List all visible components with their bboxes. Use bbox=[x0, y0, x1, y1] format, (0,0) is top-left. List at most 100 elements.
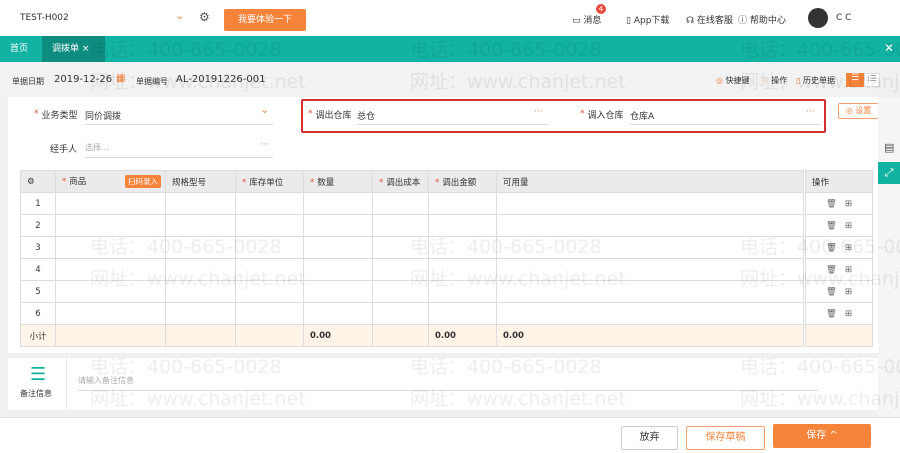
save-draft-button[interactable]: 保存草稿 bbox=[686, 426, 765, 450]
table-cell[interactable] bbox=[496, 214, 804, 237]
insert-row-icon[interactable]: ⊞ bbox=[845, 199, 852, 209]
in-wh-label: * 调入仓库 bbox=[580, 109, 624, 121]
table-cell[interactable] bbox=[428, 192, 497, 215]
gear-icon[interactable]: ⚙ bbox=[199, 10, 210, 24]
table-row: 1 🗑 ⊞ bbox=[20, 192, 873, 215]
table-cell[interactable] bbox=[372, 258, 429, 281]
delete-row-icon[interactable]: 🗑 bbox=[826, 287, 837, 297]
table-cell[interactable] bbox=[372, 214, 429, 237]
calendar-icon[interactable]: ▦ bbox=[116, 73, 125, 84]
date-field[interactable]: 2019-12-26 bbox=[54, 74, 112, 85]
in-warehouse-more-icon[interactable]: ··· bbox=[806, 107, 815, 117]
table-cell[interactable] bbox=[235, 280, 304, 303]
table-cell[interactable] bbox=[303, 302, 373, 325]
table-cell[interactable] bbox=[496, 280, 804, 303]
table-cell[interactable] bbox=[303, 214, 373, 237]
table-cell[interactable] bbox=[235, 192, 304, 215]
table-cell[interactable] bbox=[372, 280, 429, 303]
table-row: 3 🗑 ⊞ bbox=[20, 236, 873, 259]
handler-input[interactable]: 选择... bbox=[85, 142, 109, 153]
table-cell[interactable] bbox=[496, 236, 804, 259]
table-cell[interactable] bbox=[496, 302, 804, 325]
shortcuts-button[interactable]: ◎ 快捷键 bbox=[716, 75, 750, 86]
insert-row-icon[interactable]: ⊞ bbox=[845, 287, 852, 297]
table-cell[interactable] bbox=[303, 280, 373, 303]
table-cell[interactable] bbox=[428, 280, 497, 303]
avatar[interactable] bbox=[808, 8, 828, 28]
table-cell[interactable] bbox=[55, 280, 166, 303]
remark-input[interactable]: 请输入备注信息 bbox=[78, 375, 134, 386]
grid-view-icon[interactable]: ⁞☰ bbox=[864, 73, 880, 87]
history-button[interactable]: ▯ 历史单据 bbox=[796, 75, 835, 86]
table-cell[interactable] bbox=[165, 236, 236, 259]
table-cell[interactable] bbox=[372, 302, 429, 325]
insert-row-icon[interactable]: ⊞ bbox=[845, 221, 852, 231]
remark-label: 备注信息 bbox=[20, 389, 52, 398]
table-cell[interactable] bbox=[165, 192, 236, 215]
handler-more-icon[interactable]: ··· bbox=[260, 140, 269, 150]
delete-row-icon[interactable]: 🗑 bbox=[826, 243, 837, 253]
table-cell[interactable] bbox=[303, 236, 373, 259]
delete-row-icon[interactable]: 🗑 bbox=[826, 221, 837, 231]
tab-home[interactable]: 首页 bbox=[0, 36, 42, 62]
table-cell[interactable] bbox=[235, 302, 304, 325]
insert-row-icon[interactable]: ⊞ bbox=[845, 265, 852, 275]
notes-icon[interactable]: ▤ bbox=[884, 141, 894, 154]
table-cell[interactable] bbox=[55, 258, 166, 281]
user-name[interactable]: C C bbox=[836, 13, 851, 23]
delete-row-icon[interactable]: 🗑 bbox=[826, 265, 837, 275]
table-cell[interactable] bbox=[165, 258, 236, 281]
row-number: 4 bbox=[20, 258, 56, 281]
chevron-down-icon[interactable]: ⌄ bbox=[260, 103, 269, 116]
app-download-link[interactable]: ▯ App下载 bbox=[626, 13, 669, 26]
table-cell[interactable] bbox=[55, 302, 166, 325]
table-cell[interactable] bbox=[428, 214, 497, 237]
subtotal-available: 0.00 bbox=[496, 324, 804, 347]
table-cell[interactable] bbox=[165, 214, 236, 237]
trial-button[interactable]: 我要体验一下 bbox=[224, 9, 306, 31]
discard-button[interactable]: 放弃 bbox=[621, 426, 678, 450]
table-cell[interactable] bbox=[55, 236, 166, 259]
table-cell[interactable] bbox=[303, 258, 373, 281]
delete-row-icon[interactable]: 🗑 bbox=[826, 199, 837, 209]
insert-row-icon[interactable]: ⊞ bbox=[845, 309, 852, 319]
table-cell[interactable] bbox=[235, 236, 304, 259]
table-cell[interactable] bbox=[428, 302, 497, 325]
delete-row-icon[interactable]: 🗑 bbox=[826, 309, 837, 319]
insert-row-icon[interactable]: ⊞ bbox=[845, 243, 852, 253]
settings-button[interactable]: ◎ 设置 bbox=[838, 103, 879, 119]
table-cell[interactable] bbox=[428, 258, 497, 281]
table-cell[interactable] bbox=[428, 236, 497, 259]
list-view-icon[interactable]: ☰ bbox=[846, 73, 864, 87]
col-qty: * 数量 bbox=[303, 170, 373, 193]
table-cell[interactable] bbox=[496, 258, 804, 281]
close-icon[interactable]: × bbox=[82, 44, 90, 54]
messages-link[interactable]: ▭ 消息 bbox=[572, 13, 601, 26]
table-cell[interactable] bbox=[55, 214, 166, 237]
table-cell[interactable] bbox=[372, 192, 429, 215]
table-cell[interactable] bbox=[372, 236, 429, 259]
column-settings-icon[interactable]: ⚙ bbox=[20, 170, 56, 193]
fullscreen-icon[interactable]: ⤢ bbox=[878, 162, 900, 184]
table-cell[interactable] bbox=[55, 192, 166, 215]
table-cell[interactable] bbox=[496, 192, 804, 215]
subtotal-qty: 0.00 bbox=[303, 324, 373, 347]
chevron-down-icon[interactable]: ⌄ bbox=[175, 9, 184, 22]
operations-button[interactable]: ⁘ 操作 bbox=[762, 75, 787, 86]
out-warehouse-field[interactable]: 总仓 bbox=[357, 109, 375, 122]
scan-entry-button[interactable]: 扫码录入 bbox=[125, 175, 161, 188]
in-warehouse-field[interactable]: 仓库A bbox=[630, 109, 654, 122]
table-cell[interactable] bbox=[235, 214, 304, 237]
table-cell[interactable] bbox=[165, 302, 236, 325]
biz-type-label: * 业务类型 bbox=[34, 109, 78, 121]
out-warehouse-more-icon[interactable]: ··· bbox=[534, 107, 543, 117]
biz-type-select[interactable]: 同价调拨 bbox=[85, 109, 121, 122]
save-button[interactable]: 保存 ^ bbox=[773, 424, 871, 448]
table-cell[interactable] bbox=[165, 280, 236, 303]
tab-transfer-order[interactable]: 调拨单 × bbox=[42, 36, 105, 62]
table-cell[interactable] bbox=[235, 258, 304, 281]
close-all-icon[interactable]: ✕ bbox=[884, 41, 894, 55]
help-center-link[interactable]: ⓘ 帮助中心 bbox=[738, 13, 786, 26]
online-service-link[interactable]: ☊ 在线客服 bbox=[686, 13, 733, 26]
table-cell[interactable] bbox=[303, 192, 373, 215]
